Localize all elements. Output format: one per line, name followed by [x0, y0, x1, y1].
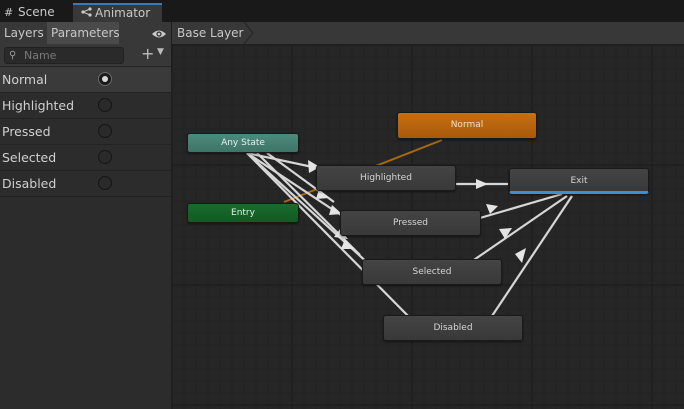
parameter-row-normal[interactable]: Normal	[0, 67, 171, 93]
tab-scene[interactable]: # Scene	[0, 3, 72, 22]
parameter-label: Selected	[2, 150, 57, 165]
animator-icon	[81, 5, 95, 22]
window-tab-bar: # Scene Animator	[0, 0, 684, 22]
parameter-row-pressed[interactable]: Pressed	[0, 119, 171, 145]
search-input[interactable]: ⚲ Name	[4, 47, 124, 64]
transition-disabled-to-exit[interactable]	[491, 195, 573, 317]
parameter-label: Disabled	[2, 176, 57, 191]
parameter-label: Pressed	[2, 124, 51, 139]
trigger-radio[interactable]	[98, 150, 112, 164]
tab-layers[interactable]: Layers	[0, 22, 46, 44]
state-pressed[interactable]: Pressed	[340, 210, 481, 236]
parameter-list: Normal Highlighted Pressed Selected Disa…	[0, 67, 171, 197]
parameter-row-disabled[interactable]: Disabled	[0, 171, 171, 197]
state-any-state[interactable]: Any State	[187, 133, 299, 153]
tab-scene-label: Scene	[18, 5, 55, 19]
chevron-down-icon[interactable]: ▼	[157, 47, 164, 57]
parameters-panel: Layers Parameters ⚲ Name + ▼ Normal High…	[0, 22, 172, 409]
state-disabled[interactable]: Disabled	[383, 315, 523, 341]
panel-subtabs: Layers Parameters	[0, 22, 171, 44]
state-normal[interactable]: Normal	[397, 112, 537, 139]
trigger-radio[interactable]	[98, 124, 112, 138]
search-icon: ⚲	[9, 50, 17, 61]
eye-icon[interactable]	[151, 26, 167, 40]
arrowhead-exit-3	[499, 228, 512, 239]
parameter-label: Normal	[2, 72, 48, 87]
tab-animator[interactable]: Animator	[73, 3, 162, 22]
parameter-row-selected[interactable]: Selected	[0, 145, 171, 171]
parameter-label: Highlighted	[2, 98, 75, 113]
add-parameter-button[interactable]: +	[141, 46, 154, 62]
state-entry[interactable]: Entry	[187, 203, 299, 223]
state-exit[interactable]: Exit	[509, 168, 649, 194]
arrowhead-exit-4	[515, 248, 526, 263]
tab-animator-label: Animator	[95, 6, 151, 20]
animator-graph[interactable]: Base Layer Any State Entry Normal Highli…	[172, 22, 684, 409]
trigger-radio[interactable]	[98, 98, 112, 112]
grid-icon: #	[4, 6, 14, 19]
state-selected[interactable]: Selected	[362, 259, 502, 285]
search-placeholder: Name	[24, 49, 57, 62]
state-highlighted[interactable]: Highlighted	[316, 165, 456, 191]
tab-parameters[interactable]: Parameters	[47, 22, 120, 44]
trigger-radio[interactable]	[98, 72, 112, 86]
trigger-radio[interactable]	[98, 176, 112, 190]
search-row: ⚲ Name + ▼	[0, 44, 171, 67]
parameter-row-highlighted[interactable]: Highlighted	[0, 93, 171, 119]
arrowhead-exit-1	[476, 179, 488, 189]
